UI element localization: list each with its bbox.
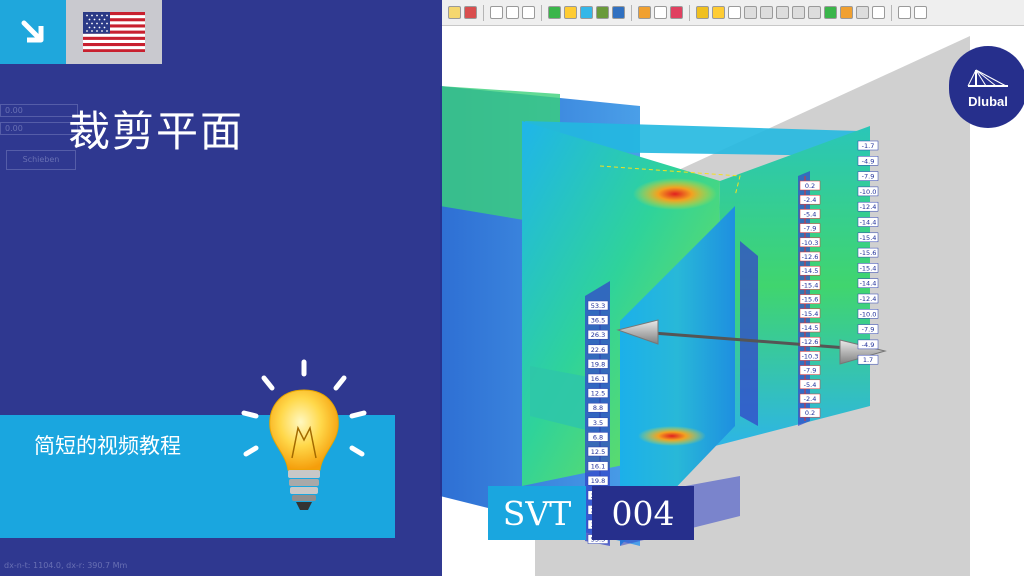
toolbar-button[interactable] — [654, 6, 667, 19]
stress-value-label: -12.6 — [802, 338, 819, 346]
toolbar-button[interactable] — [448, 6, 461, 19]
logo-text: Dlubal — [968, 93, 1008, 109]
toolbar-button[interactable] — [914, 6, 927, 19]
stress-value-label: 19.8 — [591, 360, 605, 368]
title-panel: 0.00 0.00 Schieben dx-n-t: 1104.0, dx-r:… — [0, 0, 442, 576]
page-title: 裁剪平面 — [68, 107, 245, 156]
stress-value-label: 0.2 — [805, 409, 815, 417]
toolbar-button[interactable] — [744, 6, 757, 19]
stress-value-label: -5.4 — [804, 381, 817, 389]
stress-value-label: -10.0 — [860, 188, 877, 196]
stress-value-label: -12.4 — [860, 203, 877, 211]
toolbar-button[interactable] — [728, 6, 741, 19]
episode-number-badge: 004 — [592, 486, 694, 540]
stress-value-label: -14.4 — [860, 219, 877, 227]
series-badge: SVT — [488, 486, 586, 540]
toolbar-button[interactable] — [872, 6, 885, 19]
us-flag-icon — [83, 12, 145, 52]
stress-value-label: 12.5 — [591, 390, 605, 398]
lightbulb-icon — [241, 359, 367, 510]
stress-value-label: -12.4 — [860, 295, 877, 303]
stress-value-label: 16.1 — [591, 463, 605, 471]
stress-value-label: -1.7 — [862, 142, 875, 150]
dlubal-logo: Dlubal — [949, 46, 1024, 128]
arrow-down-right-icon — [21, 20, 44, 43]
stress-value-label: 12.5 — [591, 448, 605, 456]
stress-value-label: -15.6 — [860, 249, 877, 257]
stress-value-label: -14.5 — [802, 267, 819, 275]
stress-value-label: -2.4 — [804, 395, 817, 403]
stress-value-label: -15.4 — [802, 310, 819, 318]
toolbar-separator — [483, 4, 484, 21]
arrow-tile — [0, 0, 66, 64]
stress-value-label: -7.9 — [804, 367, 817, 375]
toolbar-button[interactable] — [696, 6, 709, 19]
stress-value-label: 19.8 — [591, 477, 605, 485]
stress-value-label: -7.9 — [862, 173, 875, 181]
ghost-input: 0.00 — [0, 104, 78, 117]
toolbar-button[interactable] — [824, 6, 837, 19]
toolbar-button[interactable] — [596, 6, 609, 19]
toolbar-separator — [891, 4, 892, 21]
toolbar-button[interactable] — [506, 6, 519, 19]
stress-value-label: -15.6 — [802, 296, 819, 304]
stress-labels-right: -1.7 -4.9 -7.9 -10.0 -12.4 -14.4 -15.4 -15.6 -15… — [857, 140, 879, 365]
stress-value-label: -10.0 — [860, 310, 877, 318]
stress-value-label: 22.6 — [591, 346, 605, 354]
stress-value-label: 26.3 — [591, 331, 605, 339]
stress-value-label: 36.5 — [591, 317, 605, 325]
bridge-icon — [967, 69, 1008, 87]
stress-value-label: 0.2 — [805, 182, 815, 190]
stress-value-label: 16.1 — [591, 375, 605, 383]
stress-value-label: 6.8 — [593, 433, 603, 441]
toolbar-button[interactable] — [760, 6, 773, 19]
toolbar-button[interactable] — [898, 6, 911, 19]
toolbar-button[interactable] — [548, 6, 561, 19]
ghost-statusbar: dx-n-t: 1104.0, dx-r: 390.7 Mm — [4, 561, 128, 570]
rfem-toolbar — [440, 0, 1024, 26]
toolbar-button[interactable] — [856, 6, 869, 19]
toolbar-button[interactable] — [490, 6, 503, 19]
toolbar-button[interactable] — [808, 6, 821, 19]
toolbar-button[interactable] — [464, 6, 477, 19]
toolbar-separator — [541, 4, 542, 21]
stress-value-label: -7.9 — [804, 225, 817, 233]
subtitle: 简短的视频教程 — [34, 434, 181, 458]
toolbar-button[interactable] — [712, 6, 725, 19]
stress-value-label: -15.4 — [860, 264, 877, 272]
toolbar-button[interactable] — [580, 6, 593, 19]
stress-value-label: 8.8 — [593, 404, 603, 412]
stress-value-label: -5.4 — [804, 210, 817, 218]
toolbar-button[interactable] — [638, 6, 651, 19]
toolbar-separator — [689, 4, 690, 21]
stress-value-label: -4.9 — [862, 157, 875, 165]
toolbar-button[interactable] — [522, 6, 535, 19]
toolbar-button[interactable] — [670, 6, 683, 19]
ghost-input: 0.00 — [0, 122, 78, 135]
stress-value-label: -2.4 — [804, 196, 817, 204]
toolbar-button[interactable] — [564, 6, 577, 19]
stress-value-label: -10.3 — [802, 239, 819, 247]
toolbar-separator — [631, 4, 632, 21]
toolbar-button[interactable] — [612, 6, 625, 19]
stress-value-label: -14.5 — [802, 324, 819, 332]
stress-value-label: -7.9 — [862, 326, 875, 334]
stress-value-label: -15.4 — [802, 281, 819, 289]
language-flag[interactable] — [66, 0, 162, 64]
stress-value-label: -4.9 — [862, 341, 875, 349]
toolbar-button[interactable] — [840, 6, 853, 19]
stress-value-label: 1.7 — [863, 356, 873, 364]
toolbar-button[interactable] — [792, 6, 805, 19]
ghost-button: Schieben — [6, 150, 76, 170]
stress-value-label: -12.6 — [802, 253, 819, 261]
stress-value-label: -14.4 — [860, 280, 877, 288]
stress-value-label: -10.3 — [802, 352, 819, 360]
stress-value-label: 53.3 — [591, 302, 605, 310]
stress-labels-inner: 0.2 -2.4 -5.4 -7.9 -10.3 -12.6 -14.5 -15.4 -15.6… — [799, 180, 821, 418]
stress-value-label: -15.4 — [860, 234, 877, 242]
toolbar-button[interactable] — [776, 6, 789, 19]
stress-value-label: 3.5 — [593, 419, 603, 427]
